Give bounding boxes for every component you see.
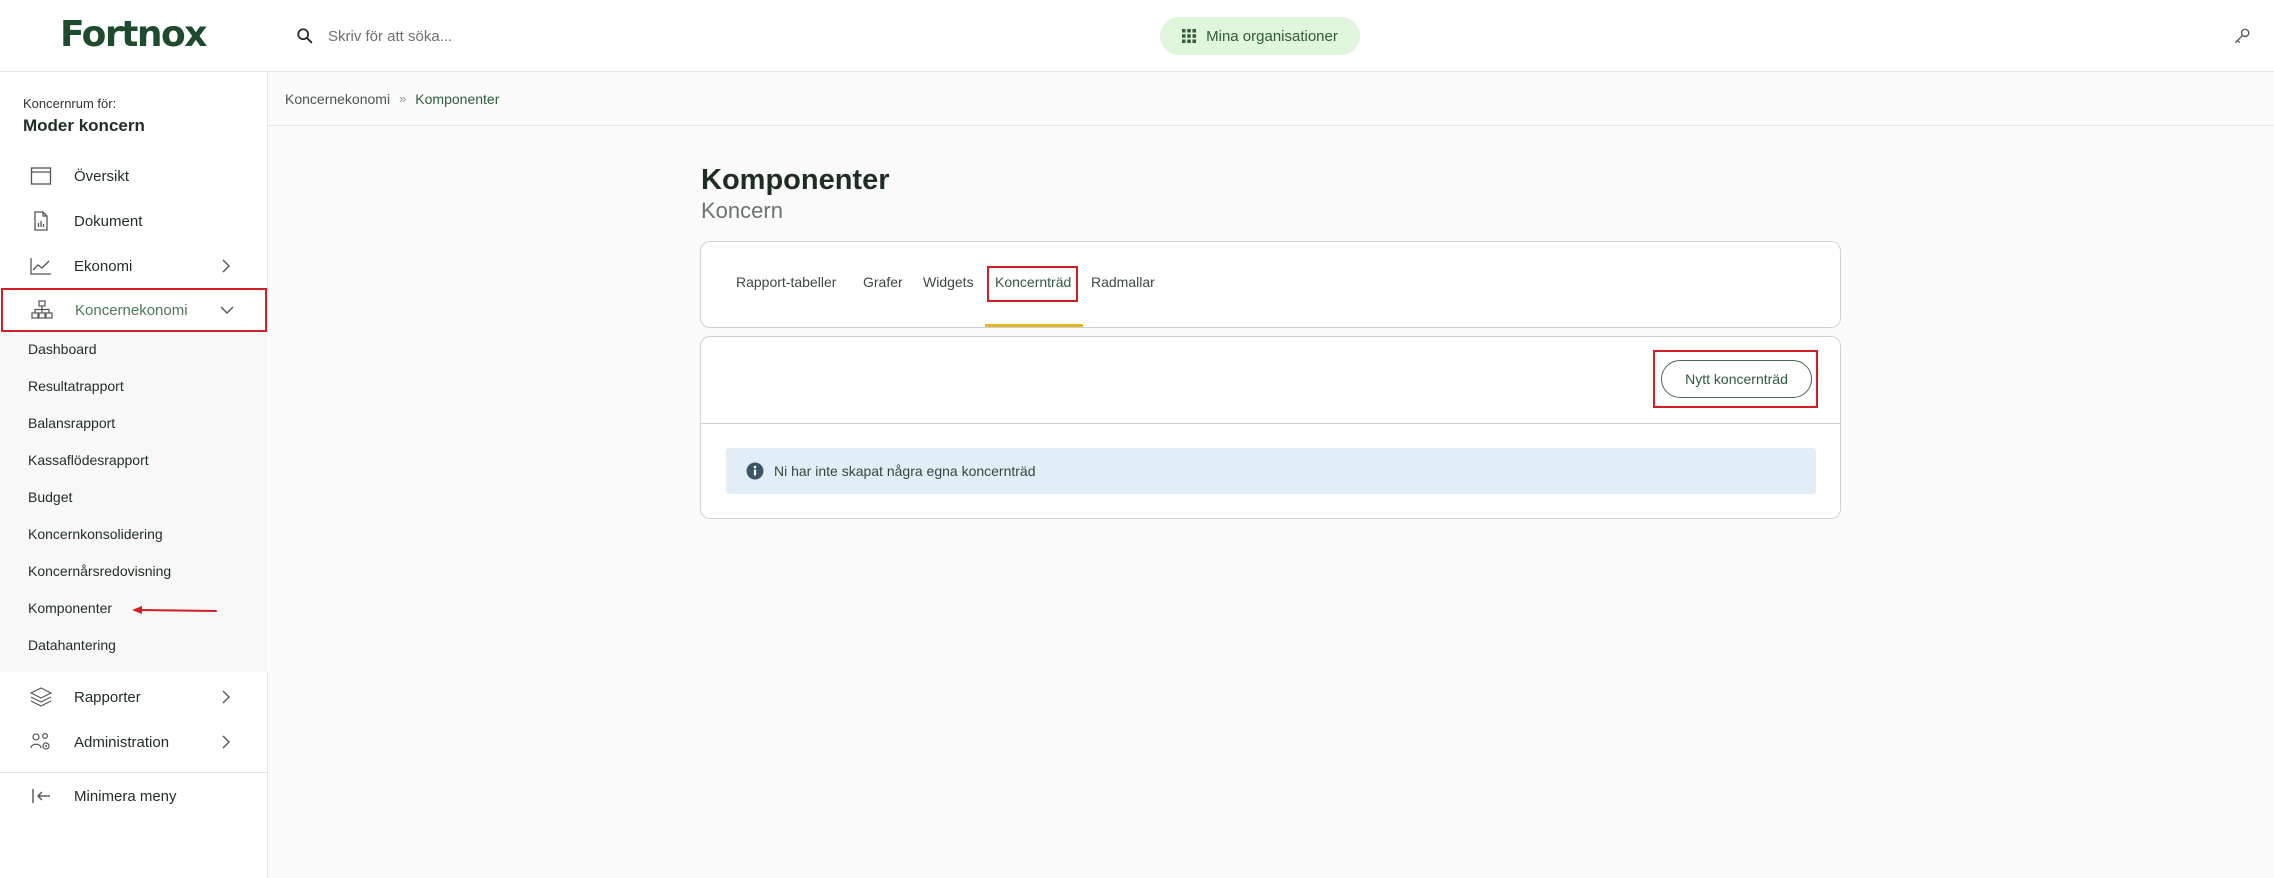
submenu-item-resultatrapport[interactable]: Resultatrapport bbox=[28, 378, 124, 394]
users-gear-icon bbox=[30, 732, 50, 750]
submenu-item-koncernarsredovisning[interactable]: Koncernårsredovisning bbox=[28, 563, 171, 579]
chevron-right-icon bbox=[222, 735, 230, 749]
line-chart-icon bbox=[30, 258, 51, 275]
search-icon bbox=[297, 28, 313, 44]
koncernekonomi-submenu: Dashboard Resultatrapport Balansrapport … bbox=[0, 334, 268, 672]
submenu-item-koncernkonsolidering[interactable]: Koncernkonsolidering bbox=[28, 526, 163, 542]
submenu-item-balansrapport[interactable]: Balansrapport bbox=[28, 415, 115, 431]
tabs-card: Rapport-tabeller Grafer Widgets Koncernt… bbox=[700, 241, 1841, 328]
panel-divider bbox=[701, 423, 1840, 424]
sidebar-item-label: Koncernekonomi bbox=[75, 301, 188, 319]
empty-state-info: Ni har inte skapat några egna koncernträ… bbox=[726, 448, 1816, 494]
tab-radmallar[interactable]: Radmallar bbox=[1091, 274, 1155, 290]
tab-koncerntrad[interactable]: Koncernträd bbox=[995, 274, 1071, 290]
submenu-item-budget[interactable]: Budget bbox=[28, 489, 72, 505]
sidebar-item-label: Administration bbox=[74, 733, 170, 751]
sidebar-item-label: Ekonomi bbox=[74, 257, 133, 275]
sidebar-item-dokument[interactable]: Dokument bbox=[0, 199, 268, 243]
my-organizations-button[interactable]: Mina organisationer bbox=[1160, 17, 1360, 55]
sidebar-item-label: Rapporter bbox=[74, 688, 141, 706]
new-group-tree-button[interactable]: Nytt koncernträd bbox=[1661, 360, 1812, 398]
sidebar-item-administration[interactable]: Administration bbox=[0, 720, 268, 764]
koncerntrad-panel: Nytt koncernträd Ni har inte skapat någr… bbox=[700, 336, 1841, 519]
breadcrumb-separator-icon: » bbox=[399, 91, 407, 106]
org-tree-icon bbox=[31, 300, 53, 319]
chevron-down-icon bbox=[220, 306, 234, 314]
window-icon bbox=[30, 167, 52, 185]
submenu-item-datahantering[interactable]: Datahantering bbox=[28, 637, 116, 653]
main-content: Koncernekonomi » Komponenter Komponenter… bbox=[269, 72, 2274, 878]
sidebar-divider bbox=[0, 772, 268, 773]
org-label: Koncernrum för: bbox=[23, 96, 117, 111]
submenu-item-kassaflodesrapport[interactable]: Kassaflödesrapport bbox=[28, 452, 149, 468]
info-icon bbox=[746, 462, 764, 480]
new-tree-highlight: Nytt koncernträd bbox=[1653, 350, 1818, 408]
top-bar: Fortnox Mina organisationer bbox=[0, 0, 2274, 72]
breadcrumb-current: Komponenter bbox=[415, 90, 500, 107]
app-root: Fortnox Mina organisationer bbox=[0, 0, 2274, 878]
layers-icon bbox=[30, 687, 52, 707]
sidebar-item-koncernekonomi[interactable]: Koncernekonomi bbox=[1, 288, 267, 332]
page-title: Komponenter bbox=[701, 164, 890, 196]
chevron-right-icon bbox=[222, 690, 230, 704]
search-bar[interactable] bbox=[296, 22, 828, 50]
annotation-arrow-icon bbox=[132, 606, 217, 614]
search-input[interactable] bbox=[328, 27, 828, 45]
sidebar-item-label: Dokument bbox=[74, 212, 143, 230]
chevron-right-icon bbox=[222, 259, 230, 273]
tab-grafer[interactable]: Grafer bbox=[863, 274, 903, 290]
submenu-item-dashboard[interactable]: Dashboard bbox=[28, 341, 97, 357]
empty-state-message: Ni har inte skapat några egna koncernträ… bbox=[774, 463, 1036, 479]
collapse-left-icon bbox=[32, 789, 50, 803]
tab-rapport-tabeller[interactable]: Rapport-tabeller bbox=[736, 274, 836, 290]
sidebar-item-oversikt[interactable]: Översikt bbox=[0, 154, 268, 198]
sidebar: Koncernrum för: Moder koncern Översikt D… bbox=[0, 72, 268, 878]
breadcrumb: Koncernekonomi » Komponenter bbox=[269, 72, 2274, 126]
breadcrumb-link-koncernekonomi[interactable]: Koncernekonomi bbox=[285, 91, 390, 107]
active-tab-underline bbox=[985, 324, 1083, 327]
sidebar-item-rapporter[interactable]: Rapporter bbox=[0, 675, 268, 719]
document-chart-icon bbox=[34, 211, 48, 231]
my-organizations-label: Mina organisationer bbox=[1206, 27, 1338, 45]
org-name[interactable]: Moder koncern bbox=[23, 116, 145, 136]
page-subtitle: Koncern bbox=[701, 198, 783, 223]
sidebar-item-ekonomi[interactable]: Ekonomi bbox=[0, 244, 268, 288]
key-icon[interactable] bbox=[2233, 27, 2251, 45]
minimize-menu-label: Minimera meny bbox=[74, 787, 177, 805]
fortnox-logo[interactable]: Fortnox bbox=[60, 14, 207, 55]
sidebar-item-label: Översikt bbox=[74, 167, 130, 185]
grid-icon bbox=[1182, 29, 1197, 43]
submenu-item-komponenter[interactable]: Komponenter bbox=[28, 600, 112, 616]
tab-widgets[interactable]: Widgets bbox=[923, 274, 974, 290]
minimize-menu-button[interactable]: Minimera meny bbox=[0, 774, 268, 818]
